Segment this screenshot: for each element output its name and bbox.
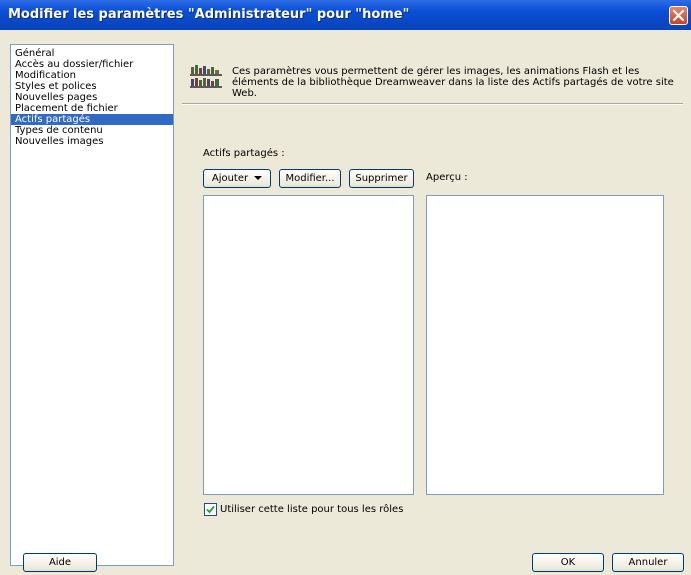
add-dropdown-button[interactable]: Ajouter <box>203 169 271 188</box>
close-button[interactable] <box>669 6 688 25</box>
modify-button[interactable]: Modifier... <box>279 169 341 188</box>
category-item-general[interactable]: Général <box>11 48 173 59</box>
category-item-content-types[interactable]: Types de contenu <box>11 125 173 136</box>
ok-button[interactable]: OK <box>532 553 604 572</box>
use-for-all-roles-checkbox[interactable] <box>204 503 217 516</box>
title-bar[interactable]: Modifier les paramètres "Administrateur"… <box>0 0 691 30</box>
add-button-label: Ajouter <box>211 172 249 184</box>
shared-assets-label: Actifs partagés : <box>203 148 285 159</box>
category-item-file-placement[interactable]: Placement de fichier <box>11 103 173 114</box>
close-icon <box>672 9 685 22</box>
window-title: Modifier les paramètres "Administrateur"… <box>8 7 410 22</box>
header-divider <box>182 103 683 105</box>
category-item-new-images[interactable]: Nouvelles images <box>11 136 173 147</box>
library-books-icon <box>190 65 222 88</box>
preview-pane <box>426 195 664 495</box>
category-item-new-pages[interactable]: Nouvelles pages <box>11 92 173 103</box>
dialog-body: Général Accès au dossier/fichier Modific… <box>0 30 691 575</box>
category-item-file-access[interactable]: Accès au dossier/fichier <box>11 59 173 70</box>
checkmark-icon <box>206 505 215 514</box>
category-item-styles-fonts[interactable]: Styles et polices <box>11 81 173 92</box>
shared-assets-list[interactable] <box>203 195 414 495</box>
category-item-editing[interactable]: Modification <box>11 70 173 81</box>
use-for-all-roles-label[interactable]: Utiliser cette liste pour tous les rôles <box>220 503 403 516</box>
caret-down-icon <box>254 175 263 180</box>
section-description: Ces paramètres vous permettent de gérer … <box>232 66 674 99</box>
category-item-shared-assets[interactable]: Actifs partagés <box>11 114 173 125</box>
cancel-button[interactable]: Annuler <box>612 553 684 572</box>
preview-label: Aperçu : <box>426 172 468 183</box>
help-button[interactable]: Aide <box>23 553 97 572</box>
delete-button[interactable]: Supprimer <box>349 169 414 188</box>
category-list[interactable]: Général Accès au dossier/fichier Modific… <box>10 44 174 566</box>
